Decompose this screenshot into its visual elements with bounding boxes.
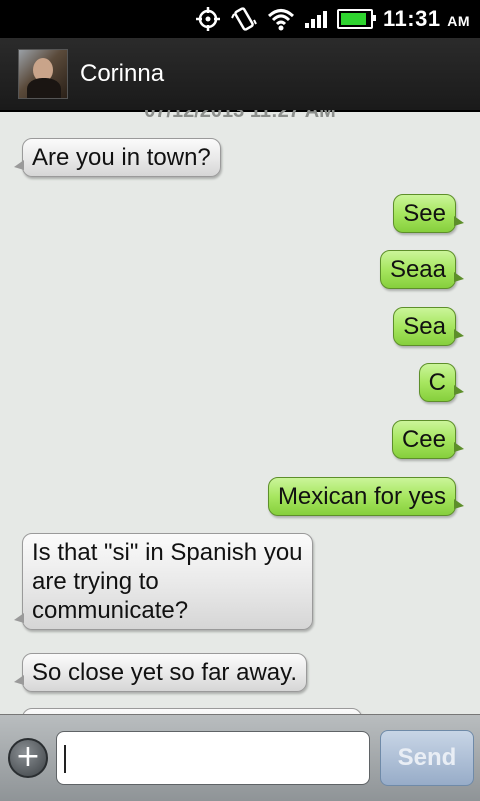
message-text-line: Is that "si" in Spanish you [32,539,303,566]
message-bubble-outgoing[interactable]: C [418,363,465,402]
message-text-line: communicate? [32,597,189,624]
message-text: Are you in town? [32,144,211,171]
message-bubble-outgoing[interactable]: Mexican for yes [267,477,465,516]
composer-bar: + Send [0,714,480,801]
message-bubble-outgoing[interactable]: Seaa [379,250,465,289]
time-ampm: AM [447,13,470,29]
status-bar: 11:31 AM [0,0,480,38]
message-bubble-incoming[interactable]: Is that "si" in Spanish you are trying t… [14,533,313,630]
conversation-header: Corinna [0,38,480,112]
message-bubble-outgoing[interactable]: See [393,194,464,233]
date-stamp: 07/12/2013 11:27 AM [144,110,336,122]
message-input[interactable] [56,731,370,785]
message-bubble-outgoing[interactable]: Cee [391,420,465,459]
conversation-list[interactable]: 07/12/2013 11:27 AM Are you in town? See… [0,110,480,714]
contact-name: Corinna [80,60,165,87]
battery-level [341,13,367,25]
message-text: C [428,369,446,396]
message-text: Mexican for yes [277,483,446,510]
message-bubble-incoming[interactable]: So close yet so far away. [13,653,308,692]
message-text-line: are trying to [32,568,159,595]
signal-icon [305,10,328,28]
text-cursor [64,745,66,773]
message-text: See [403,200,446,227]
send-button[interactable]: Send [380,730,474,786]
status-icons [195,6,377,32]
gps-icon [196,7,221,31]
message-text: Seaa [389,256,446,283]
message-text: Cee [401,426,446,453]
plus-icon: + [15,739,41,774]
avatar[interactable] [18,49,68,99]
battery-icon [337,9,377,29]
status-time: 11:31 AM [383,6,470,32]
message-bubble-incoming[interactable]: Are you in town? [14,138,221,177]
wifi-icon [268,9,295,31]
message-text: So close yet so far away. [32,659,298,686]
message-text: Sea [403,313,446,340]
vibrate-icon [231,7,257,31]
attach-button[interactable]: + [8,738,48,778]
message-bubble-outgoing[interactable]: Sea [393,307,464,346]
time-value: 11:31 [383,6,441,31]
